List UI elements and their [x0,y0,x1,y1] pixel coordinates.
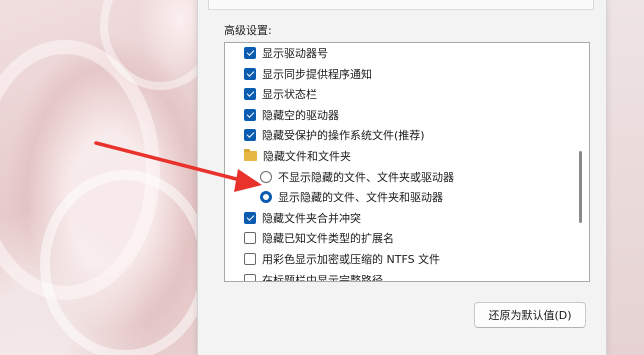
setting-checkbox-item[interactable]: 显示驱动器号 [244,43,328,63]
setting-checkbox-item[interactable]: 用彩色显示加密或压缩的 NTFS 文件 [244,249,440,269]
checkbox-unchecked-icon[interactable] [244,253,256,265]
advanced-settings-list[interactable]: 显示驱动器号显示同步提供程序通知 显示状态栏隐藏空的驱动器隐藏受保护的操作系统文件… [224,42,590,282]
setting-checkbox-item[interactable]: 显示状态栏 [244,84,317,104]
setting-label: 隐藏空的驱动器 [262,108,339,122]
setting-label: 显示隐藏的文件、文件夹和驱动器 [278,191,443,205]
setting-checkbox-item[interactable]: 在标题栏中显示完整路径 [244,270,383,282]
setting-checkbox-item[interactable]: 隐藏已知文件类型的扩展名 [244,228,394,248]
folder-icon [244,149,257,161]
setting-label: 在标题栏中显示完整路径 [262,273,383,282]
checkbox-unchecked-icon[interactable] [244,273,256,281]
checkbox-checked-icon[interactable] [244,88,256,101]
setting-label: 隐藏文件和文件夹 [263,150,351,163]
setting-label: 不显示隐藏的文件、文件夹或驱动器 [278,170,454,184]
setting-label: 显示状态栏 [262,88,317,102]
radio-unselected-icon[interactable] [260,170,272,183]
setting-label: 隐藏文件夹合并冲突 [262,211,361,225]
top-panel-edge [208,0,594,10]
setting-checkbox-item[interactable]: 显示同步提供程序通知 [244,64,372,84]
setting-radio-item[interactable]: 显示隐藏的文件、文件夹和驱动器 [260,187,443,207]
checkbox-checked-icon[interactable] [244,47,256,59]
checkbox-checked-icon[interactable] [244,211,256,224]
setting-label: 用彩色显示加密或压缩的 NTFS 文件 [262,253,441,266]
setting-label: 显示驱动器号 [262,47,328,60]
checkbox-unchecked-icon[interactable] [244,232,256,245]
advanced-settings-label: 高级设置: [224,24,272,37]
setting-label: 隐藏受保护的操作系统文件(推荐) [262,129,425,143]
setting-checkbox-item[interactable]: 隐藏受保护的操作系统文件(推荐) [244,125,425,145]
setting-checkbox-item[interactable]: 隐藏文件夹合并冲突 [244,208,361,228]
setting-group-header: 隐藏文件和文件夹 [244,146,351,166]
setting-label: 隐藏已知文件类型的扩展名 [262,232,394,246]
checkbox-checked-icon[interactable] [244,108,256,121]
checkbox-checked-icon[interactable] [244,67,256,80]
list-scrollbar[interactable] [579,151,582,223]
setting-radio-item[interactable]: 不显示隐藏的文件、文件夹或驱动器 [260,167,454,187]
radio-selected-icon[interactable] [260,191,272,204]
wallpaper-swirl [40,170,210,355]
restore-defaults-button[interactable]: 还原为默认值(D) [474,302,586,328]
folder-options-dialog: 高级设置: 显示驱动器号显示同步提供程序通知 显示状态栏隐藏空的驱动器隐藏受保护的… [197,0,607,355]
checkbox-checked-icon[interactable] [244,129,256,142]
setting-checkbox-item[interactable]: 隐藏空的驱动器 [244,105,339,125]
setting-label: 显示同步提供程序通知 [262,67,372,81]
